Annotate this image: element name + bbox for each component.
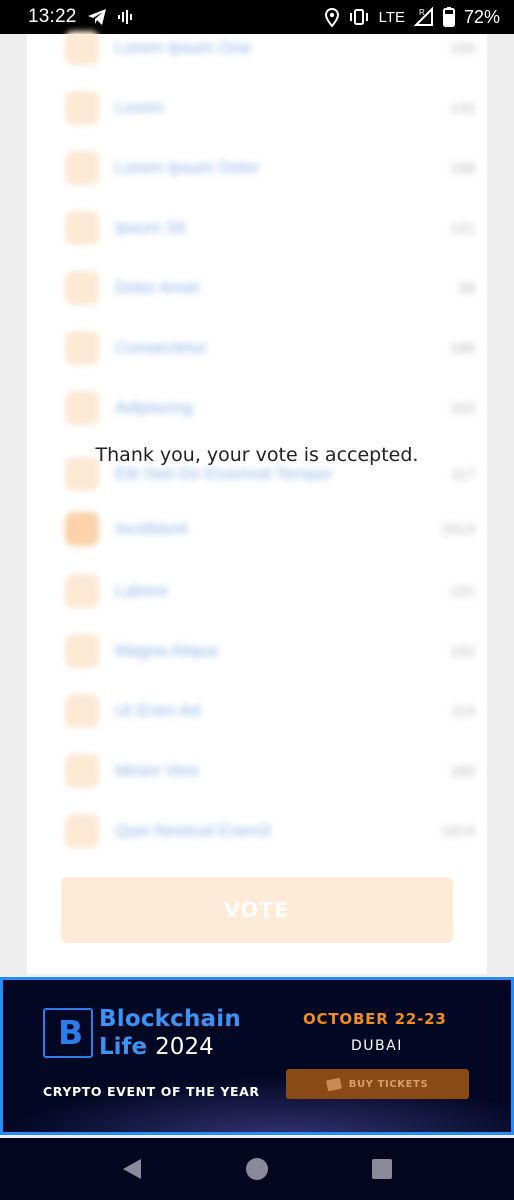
vote-count: 198	[449, 159, 475, 177]
project-logo	[65, 151, 99, 185]
vote-count: 186	[449, 339, 475, 357]
brand-name-life: Life	[99, 1034, 148, 1060]
project-logo	[65, 391, 99, 425]
project-name: Elit Sed Do Eiusmod Tempor	[115, 464, 333, 483]
network-type: LTE	[378, 8, 405, 26]
voting-card: Lorem Ipsum One 150 Lorem 142 Lorem Ipsu…	[27, 31, 487, 974]
list-item[interactable]: Ipsum Sit 121	[65, 208, 475, 248]
project-name: Incididunt	[115, 519, 188, 538]
project-logo	[65, 31, 99, 65]
list-item[interactable]: Labore 131	[65, 571, 475, 611]
ticket-icon	[325, 1077, 342, 1091]
status-right: LTE R 72%	[324, 6, 500, 28]
brand-name-line1: Blockchain	[99, 1006, 241, 1032]
signal-roaming-icon: R	[413, 7, 434, 27]
vote-count: 142	[449, 99, 475, 117]
vibrate-icon	[348, 8, 370, 26]
list-item[interactable]: Adipiscing 163	[65, 388, 475, 428]
project-logo	[65, 694, 99, 728]
buy-tickets-button[interactable]: BUY TICKETS	[286, 1069, 469, 1099]
battery-level: 72%	[463, 6, 500, 27]
brand-name-line2: Life 2024	[99, 1034, 214, 1060]
system-nav-bar	[0, 1138, 514, 1200]
project-name: Lorem	[115, 98, 164, 117]
status-time: 13:22	[28, 6, 77, 27]
project-name: Ipsum Sit	[115, 218, 186, 237]
vote-count: 152	[449, 642, 475, 660]
event-city: DUBAI	[351, 1038, 403, 1054]
project-name: Minim Veni	[115, 761, 199, 780]
vote-count: 38	[458, 279, 475, 297]
project-logo	[65, 814, 99, 848]
list-item[interactable]: Lorem 142	[65, 88, 475, 128]
list-item[interactable]: Dolor Amet 38	[65, 268, 475, 308]
project-logo	[65, 574, 99, 608]
list-item[interactable]: Lorem Ipsum Dolor 198	[65, 148, 475, 188]
vote-count: 119	[451, 702, 475, 720]
blockchain-life-logo-icon: B	[43, 1008, 93, 1058]
project-logo	[65, 754, 99, 788]
project-logo	[65, 91, 99, 125]
list-item[interactable]: Quis Nostrud Exercit 1874	[65, 811, 475, 851]
vote-count: 117	[451, 465, 475, 483]
project-logo	[65, 211, 99, 245]
project-name: Lorem Ipsum One	[115, 38, 252, 57]
location-icon	[324, 7, 339, 27]
project-name: Labore	[115, 581, 168, 600]
vote-button[interactable]: VOTE	[61, 877, 453, 943]
recents-icon[interactable]	[371, 1158, 393, 1180]
logo-letter: B	[58, 1013, 84, 1052]
status-left: 13:22	[28, 6, 133, 28]
project-name: Lorem Ipsum Dolor	[115, 158, 260, 177]
vote-count: 183	[449, 762, 475, 780]
list-item[interactable]: Consectetur 186	[65, 328, 475, 368]
project-name: Quis Nostrud Exercit	[115, 821, 271, 840]
battery-icon	[442, 7, 455, 27]
brand-year: 2024	[155, 1034, 214, 1060]
svg-text:R: R	[419, 8, 425, 17]
banner-tagline: CRYPTO EVENT OF THE YEAR	[43, 1084, 260, 1099]
vote-count: 163	[449, 399, 475, 417]
project-name: Dolor Amet	[115, 278, 200, 297]
vote-count: 1874	[441, 822, 475, 840]
project-logo	[65, 331, 99, 365]
list-item[interactable]: Magna Aliqua 152	[65, 631, 475, 671]
project-name: Adipiscing	[115, 398, 193, 417]
list-item[interactable]: Incididunt 2613	[65, 509, 475, 549]
blockchain-life-banner[interactable]: B Blockchain Life 2024 CRYPTO EVENT OF T…	[0, 977, 514, 1135]
telegram-icon	[87, 8, 107, 26]
project-logo	[65, 271, 99, 305]
home-icon[interactable]	[245, 1157, 269, 1181]
project-logo	[65, 512, 99, 546]
voice-recorder-icon	[117, 9, 133, 25]
list-item[interactable]: Minim Veni 183	[65, 751, 475, 791]
project-name: Magna Aliqua	[115, 641, 219, 660]
vote-count: 2613	[441, 520, 475, 538]
vote-count: 150	[449, 39, 475, 57]
project-logo	[65, 634, 99, 668]
buy-tickets-label: BUY TICKETS	[348, 1078, 429, 1090]
vote-count: 121	[449, 219, 475, 237]
project-name: Consectetur	[115, 338, 207, 357]
project-name: Ut Enim Ad	[115, 701, 201, 720]
list-item[interactable]: Ut Enim Ad 119	[65, 691, 475, 731]
back-icon[interactable]	[121, 1157, 143, 1181]
vote-count: 131	[449, 582, 475, 600]
vote-accepted-message: Thank you, your vote is accepted.	[95, 444, 419, 466]
event-date: OCTOBER 22-23	[303, 1010, 447, 1028]
list-item[interactable]: Lorem Ipsum One 150	[65, 28, 475, 68]
